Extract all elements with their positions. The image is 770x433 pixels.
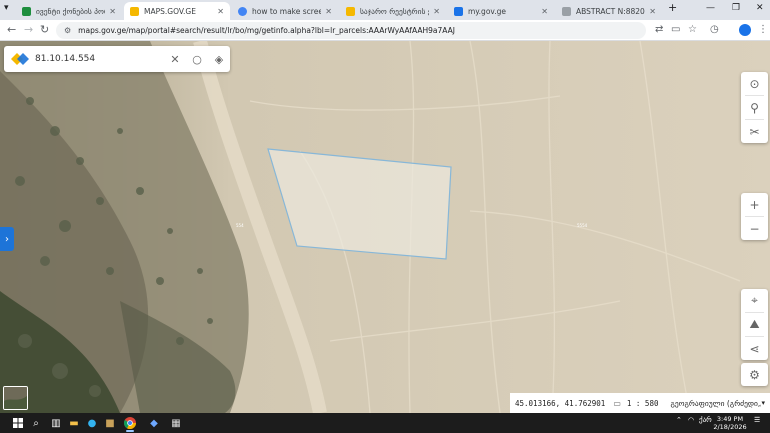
profile-avatar[interactable] <box>739 24 751 36</box>
cadastral-search-box: 81.10.14.554 ✕ ○ ◈ <box>4 46 230 72</box>
tab-maps-gov-ge[interactable]: MAPS.GOV.GE ✕ <box>124 2 230 20</box>
history-icon[interactable]: ◷ <box>710 24 719 36</box>
close-icon[interactable]: ✕ <box>217 7 224 16</box>
tab-title: ABSTRACT N:882017841804 <box>576 6 645 16</box>
new-tab-button[interactable]: + <box>668 1 677 14</box>
map-status-bar: 45.013166, 41.762901 ▭ 1 : 580 გეოგრაფიუ… <box>510 393 770 413</box>
registry-logo-icon <box>130 6 139 16</box>
registry-logo-icon <box>346 6 355 16</box>
language-indicator[interactable]: ქარ <box>699 416 712 424</box>
tab-my-gov-ge[interactable]: my.gov.ge ✕ <box>448 2 554 20</box>
ruler-icon: ▭ <box>613 398 621 408</box>
tab-title: how to make screenshot on a... <box>252 6 322 16</box>
tab-title: საჯარო რეესტრის ეროვნული... <box>360 6 429 16</box>
calculator-icon[interactable]: ▦ <box>168 415 184 431</box>
document-icon <box>454 6 463 16</box>
clock-date: 2/18/2026 <box>713 423 747 431</box>
clock-time: 3:49 PM <box>716 415 744 423</box>
zoom-controls: + − <box>741 193 768 240</box>
tray-chevron-icon[interactable]: ⌃ <box>676 416 682 424</box>
translate-icon[interactable]: ⇄ <box>655 24 663 36</box>
tab-title: MAPS.GOV.GE <box>144 6 196 16</box>
url-text: maps.gov.ge/map/portal#search/result/lr/… <box>78 26 455 35</box>
tools-panel: ⊙ ⚲ ✂ <box>741 72 768 143</box>
basemap-switcher[interactable] <box>3 386 28 410</box>
clear-icon[interactable]: ✕ <box>164 53 186 66</box>
cast-icon[interactable]: ▭ <box>671 24 680 36</box>
tab-property-portal[interactable]: ივენტი ქონების პორტალი ✕ <box>16 2 122 20</box>
close-icon[interactable]: ✕ <box>541 7 548 16</box>
reload-icon[interactable]: ↻ <box>40 23 49 37</box>
file-explorer-icon[interactable]: ▬ <box>66 415 82 431</box>
address-bar[interactable]: ⚙ maps.gov.ge/map/portal#search/result/l… <box>56 22 646 39</box>
windows-start-icon[interactable] <box>10 415 26 431</box>
parcel-label-right: 5554 <box>577 223 588 228</box>
google-icon <box>238 6 247 16</box>
basemap-thumbnail <box>4 387 27 409</box>
browser-toolbar: ← → ↻ ⚙ maps.gov.ge/map/portal#search/re… <box>0 20 770 41</box>
terrain-icon[interactable]: ⛰ <box>741 313 768 336</box>
task-view-icon[interactable]: ▥ <box>48 415 64 431</box>
bottom-tools-panel: ⌖ ⛰ ⋖ <box>741 289 768 360</box>
tab-search-icon[interactable]: ▾ <box>4 3 9 13</box>
map-viewport[interactable]: 554 5554 81.10.14.554 ✕ ○ ◈ › ⊙ ⚲ ✂ + − … <box>0 41 770 413</box>
close-icon[interactable]: ✕ <box>649 7 656 16</box>
skype-icon[interactable]: ● <box>84 415 100 431</box>
globe-icon <box>562 6 571 16</box>
settings-gear-icon[interactable]: ⚙ <box>741 363 768 386</box>
settings-panel: ⚙ <box>741 363 768 386</box>
close-icon[interactable]: ✕ <box>109 7 116 16</box>
parcel-label-left: 554 <box>236 223 244 228</box>
store-icon[interactable]: ■ <box>102 415 118 431</box>
chevron-down-icon[interactable]: ▾ <box>761 399 765 407</box>
measure-tools-icon[interactable]: ✂ <box>741 120 768 143</box>
map-scale: 1 : 580 <box>626 398 659 408</box>
tab-title: my.gov.ge <box>468 6 507 16</box>
zoom-in-button[interactable]: + <box>741 193 768 216</box>
search-icon[interactable]: ○ <box>186 53 208 66</box>
forward-arrow-icon[interactable]: → <box>24 23 33 37</box>
close-icon[interactable]: ✕ <box>325 7 332 16</box>
house-icon <box>22 6 31 16</box>
tab-public-registry[interactable]: საჯარო რეესტრის ეროვნული... ✕ <box>340 2 446 20</box>
tab-google-search[interactable]: how to make screenshot on a... ✕ <box>232 2 338 20</box>
close-window-icon[interactable]: ✕ <box>756 3 764 13</box>
share-icon[interactable]: ⋖ <box>741 337 768 360</box>
security-app-icon[interactable]: ◆ <box>146 415 162 431</box>
network-icon[interactable]: ◠ <box>688 416 694 424</box>
close-icon[interactable]: ✕ <box>433 7 440 16</box>
notifications-icon[interactable]: ☰ <box>754 416 760 424</box>
cursor-coordinates: 45.013166, 41.762901 <box>515 398 606 408</box>
search-input[interactable]: 81.10.14.554 <box>35 54 164 64</box>
bookmark-star-icon[interactable]: ☆ <box>688 24 697 36</box>
browser-tab-strip: ივენტი ქონების პორტალი ✕ MAPS.GOV.GE ✕ h… <box>0 0 770 20</box>
registry-logo-icon <box>11 53 29 65</box>
tab-title: ივენტი ქონების პორტალი <box>36 6 105 16</box>
parcel-polygon <box>267 148 452 260</box>
menu-kebab-icon[interactable]: ⋮ <box>758 24 768 36</box>
back-arrow-icon[interactable]: ← <box>7 23 16 37</box>
satellite-imagery <box>0 41 770 413</box>
chrome-icon[interactable] <box>122 415 138 432</box>
projection-select[interactable]: გეოგრაფიული (გრძედი,განედი) <box>670 399 761 408</box>
side-panel-toggle[interactable]: › <box>0 227 14 251</box>
map-pin-icon[interactable]: ⚲ <box>741 96 768 119</box>
restore-icon[interactable]: ❐ <box>732 3 740 13</box>
zoom-out-button[interactable]: − <box>741 217 768 240</box>
system-clock[interactable]: 3:49 PM 2/18/2026 <box>712 415 748 431</box>
site-info-icon[interactable]: ⚙ <box>64 26 71 35</box>
layers-icon[interactable]: ◈ <box>208 53 230 66</box>
windows-taskbar: ⌕ ▥ ▬ ● ■ ◆ ▦ ⌃ ◠ ქარ 3:49 PM 2/18/2026 … <box>0 413 770 433</box>
search-icon[interactable]: ⌕ <box>28 415 44 431</box>
locate-icon[interactable]: ⌖ <box>741 289 768 312</box>
minimize-icon[interactable]: — <box>706 3 715 13</box>
compass-icon[interactable]: ⊙ <box>741 72 768 95</box>
tab-abstract[interactable]: ABSTRACT N:882017841804 ✕ <box>556 2 662 20</box>
